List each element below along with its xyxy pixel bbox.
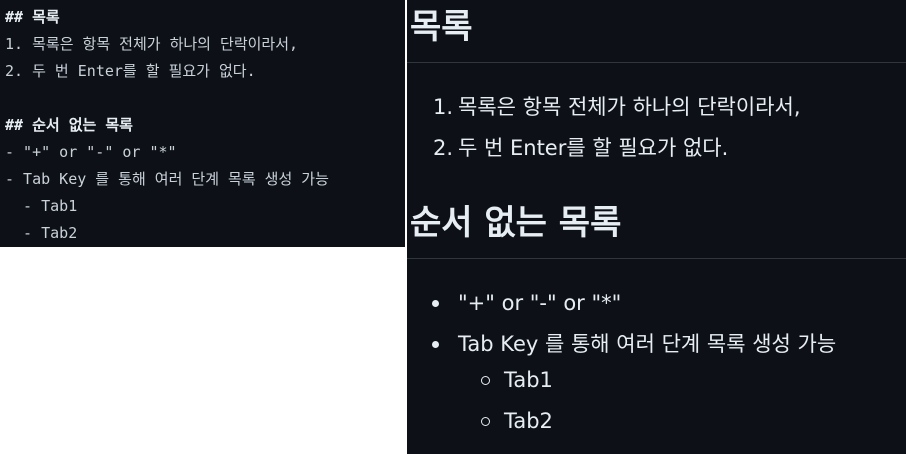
ordered-list-item: 1. 목록은 항목 전체가 하나의 단락이라서, [433,97,801,118]
heading-ordered-list: 목록 [410,7,473,47]
source-line[interactable]: - Tab2 [0,220,405,247]
unordered-list-item: Tab Key 를 통해 여러 단계 목록 생성 가능 [432,334,836,355]
list-item-text: "+" or "-" or "*" [458,291,622,315]
bullet-circle-icon [481,375,490,385]
list-number: 1. [433,95,454,119]
nested-list-item: Tab2 [481,411,553,432]
markdown-preview: 목록 1. 목록은 항목 전체가 하나의 단락이라서, 2. 두 번 Enter를 … [407,0,906,454]
list-number: 2. [433,136,454,160]
source-line[interactable]: - Tab Key 를 통해 여러 단계 목록 생성 가능 [0,166,405,193]
ordered-list-item: 2. 두 번 Enter를 할 필요가 없다. [433,138,728,159]
source-line[interactable]: - Tab1 [0,193,405,220]
nested-list-item: Tab1 [481,370,553,391]
bullet-disc-icon [432,340,439,348]
list-item-text: 목록은 항목 전체가 하나의 단락이라서, [458,95,801,119]
markdown-editor[interactable]: ## 목록 1. 목록은 항목 전체가 하나의 단락이라서, 2. 두 번 En… [0,0,405,247]
source-line[interactable]: ## 순서 없는 목록 [0,112,405,139]
source-line[interactable]: - "+" or "-" or "*" [0,139,405,166]
bullet-circle-icon [481,416,490,426]
bullet-disc-icon [432,299,439,307]
source-line[interactable] [0,85,405,112]
heading-unordered-list: 순서 없는 목록 [410,203,622,243]
list-item-text: Tab1 [504,368,553,392]
heading-divider [407,258,906,259]
heading-divider [407,62,906,63]
source-line[interactable]: ## 목록 [0,4,405,31]
source-line[interactable]: 1. 목록은 항목 전체가 하나의 단락이라서, [0,31,405,58]
list-item-text: Tab Key 를 통해 여러 단계 목록 생성 가능 [458,332,837,356]
list-item-text: 두 번 Enter를 할 필요가 없다. [458,136,729,160]
list-item-text: Tab2 [504,409,553,433]
source-line[interactable]: 2. 두 번 Enter를 할 필요가 없다. [0,58,405,85]
unordered-list-item: "+" or "-" or "*" [432,293,621,314]
